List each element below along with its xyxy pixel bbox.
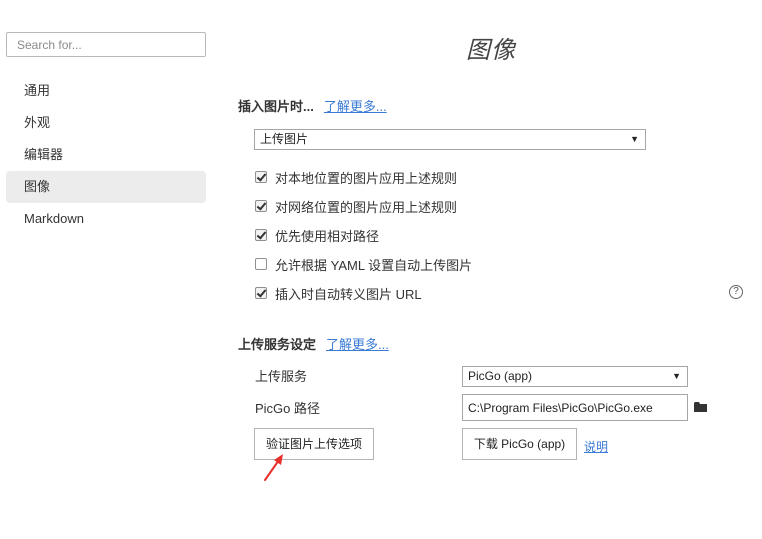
option-label: 优先使用相对路径 bbox=[275, 228, 380, 244]
search-input[interactable] bbox=[6, 32, 206, 57]
option-relative-path[interactable]: 优先使用相对路径 bbox=[255, 226, 379, 244]
dropdown-arrow-icon: ▼ bbox=[672, 371, 681, 381]
picgo-path-label: PicGo 路径 bbox=[255, 401, 321, 416]
insert-action-select[interactable]: 上传图片 ▼ bbox=[254, 129, 646, 150]
checkbox-network-images[interactable] bbox=[255, 200, 267, 212]
dropdown-arrow-icon: ▼ bbox=[630, 134, 639, 144]
upload-service-select[interactable]: PicGo (app) ▼ bbox=[462, 366, 688, 387]
download-picgo-button[interactable]: 下载 PicGo (app) bbox=[462, 428, 577, 460]
insert-section-heading: 插入图片时... bbox=[238, 99, 314, 114]
sidebar-item-image[interactable]: 图像 bbox=[6, 171, 206, 203]
upload-service-label: 上传服务 bbox=[255, 369, 308, 384]
option-network-images[interactable]: 对网络位置的图片应用上述规则 bbox=[255, 197, 457, 215]
sidebar-item-markdown[interactable]: Markdown bbox=[6, 203, 206, 235]
sidebar-item-appearance[interactable]: 外观 bbox=[6, 107, 206, 139]
insert-action-value: 上传图片 bbox=[260, 132, 309, 146]
insert-section-title: 插入图片时... 了解更多... bbox=[238, 96, 387, 115]
option-label: 对本地位置的图片应用上述规则 bbox=[275, 170, 458, 186]
upload-section-heading: 上传服务设定 bbox=[238, 337, 317, 352]
option-local-images[interactable]: 对本地位置的图片应用上述规则 bbox=[255, 168, 457, 186]
sidebar-item-editor[interactable]: 编辑器 bbox=[6, 139, 206, 171]
insert-learn-more-link[interactable]: 了解更多... bbox=[324, 99, 387, 114]
picgo-path-input[interactable] bbox=[462, 394, 688, 421]
option-label: 插入时自动转义图片 URL bbox=[275, 286, 422, 302]
checkbox-relative-path[interactable] bbox=[255, 229, 267, 241]
option-escape-url[interactable]: 插入时自动转义图片 URL bbox=[255, 284, 422, 302]
option-label: 对网络位置的图片应用上述规则 bbox=[275, 199, 458, 215]
checkbox-local-images[interactable] bbox=[255, 171, 267, 183]
annotation-arrow-icon bbox=[264, 454, 283, 481]
checkbox-yaml-upload[interactable] bbox=[255, 258, 267, 270]
upload-service-value: PicGo (app) bbox=[468, 369, 533, 383]
folder-icon[interactable] bbox=[694, 402, 707, 412]
page-title: 图像 bbox=[466, 37, 516, 64]
explain-link[interactable]: 说明 bbox=[584, 438, 608, 455]
checkbox-escape-url[interactable] bbox=[255, 287, 267, 299]
option-yaml-upload[interactable]: 允许根据 YAML 设置自动上传图片 bbox=[255, 255, 472, 273]
sidebar-nav: 通用 外观 编辑器 图像 Markdown bbox=[6, 75, 206, 235]
upload-section-title: 上传服务设定 了解更多... bbox=[238, 334, 389, 353]
help-icon[interactable]: ? bbox=[729, 285, 743, 299]
option-label: 允许根据 YAML 设置自动上传图片 bbox=[275, 257, 473, 273]
upload-learn-more-link[interactable]: 了解更多... bbox=[326, 337, 389, 352]
sidebar-item-general[interactable]: 通用 bbox=[6, 75, 206, 107]
